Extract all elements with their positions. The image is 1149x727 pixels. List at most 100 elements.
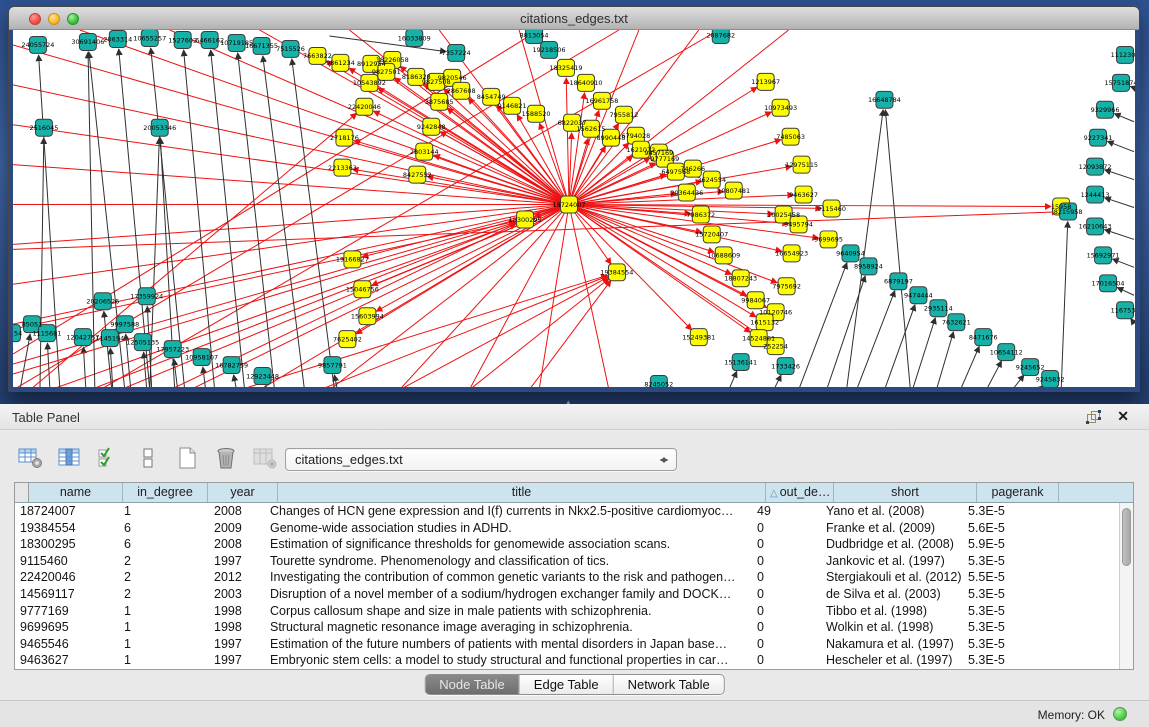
column-header-title[interactable]: title <box>278 483 766 502</box>
graph-edge[interactable] <box>1012 375 1024 387</box>
network-canvas[interactable]: 1872400718300295193845542242004610543892… <box>13 30 1135 387</box>
graph-edge[interactable] <box>912 318 935 387</box>
table-cell[interactable]: Disruption of a novel member of a sodium… <box>264 586 752 603</box>
table-selector-dropdown[interactable]: citations_edges.txt <box>285 448 677 471</box>
table-cell[interactable]: 2008 <box>194 503 264 520</box>
table-cell[interactable]: 6 <box>109 536 194 553</box>
graph-edge[interactable] <box>566 78 569 205</box>
table-cell[interactable]: Structural magnetic resonance image aver… <box>264 619 752 636</box>
column-header-name[interactable]: name <box>29 483 123 502</box>
graph-edge[interactable] <box>40 138 44 387</box>
graph-edge[interactable] <box>960 346 979 387</box>
table-cell[interactable]: 1 <box>109 652 194 669</box>
table-cell[interactable]: Tibbo et al. (1998) <box>820 603 963 620</box>
table-body[interactable]: 18724007 1 2008Changes of HCN gene express… <box>15 503 1119 669</box>
graph-edge[interactable] <box>936 332 953 387</box>
table-cell[interactable]: 1998 <box>194 619 264 636</box>
table-row[interactable]: 1456911722003Disruption of a novel membe… <box>15 586 1119 603</box>
table-cell[interactable]: Dudbridge et al. (2008) <box>820 536 963 553</box>
column-header-short[interactable]: short <box>834 483 977 502</box>
graph-edge[interactable] <box>203 367 206 387</box>
table-cell[interactable]: 5.3E-5 <box>963 652 1045 669</box>
table-cell[interactable]: 9115460 <box>15 553 109 570</box>
table-cell[interactable]: Changes of HCN gene expression and I(f) … <box>264 503 752 520</box>
table-cell[interactable]: 22420046 <box>15 569 109 586</box>
table-row[interactable]: 1872400712008Changes of HCN gene express… <box>15 503 1119 520</box>
table-cell[interactable]: 1997 <box>194 652 264 669</box>
table-cell[interactable]: 1 <box>109 603 194 620</box>
table-cell[interactable]: Hescheler et al. (1997) <box>820 652 963 669</box>
table-cell[interactable]: Wolkin et al. (1998) <box>820 619 963 636</box>
graph-edge[interactable] <box>234 375 237 387</box>
table-cell[interactable]: 2008 <box>194 536 264 553</box>
table-cell[interactable]: 9699695 <box>15 619 109 636</box>
table-cell[interactable]: 2 <box>109 569 194 586</box>
table-cell[interactable]: 9465546 <box>15 636 109 653</box>
graph-edge[interactable] <box>856 291 894 387</box>
network-view[interactable]: 1872400718300295193845542242004610543892… <box>13 30 1135 387</box>
table-row[interactable]: 1938455462009Genome-wide association stu… <box>15 520 1119 537</box>
new-document-icon[interactable] <box>174 446 200 470</box>
graph-edge[interactable] <box>885 110 910 387</box>
table-cell[interactable]: 19384554 <box>15 520 109 537</box>
trash-icon[interactable] <box>213 446 239 470</box>
graph-edge[interactable] <box>354 141 569 205</box>
table-cell[interactable]: 5.3E-5 <box>963 553 1045 570</box>
table-cell[interactable]: 9463627 <box>15 652 109 669</box>
column-header-in_degree[interactable]: in_degree <box>123 483 208 502</box>
panel-split-button[interactable] <box>135 446 161 470</box>
table-cell[interactable]: 0 <box>752 553 820 570</box>
table-cell[interactable]: Nakamura et al. (1997) <box>820 636 963 653</box>
table-cell[interactable]: 5.6E-5 <box>963 520 1045 537</box>
table-cell[interactable]: Yano et al. (2008) <box>820 503 963 520</box>
graph-edge[interactable] <box>1105 198 1134 208</box>
graph-edge[interactable] <box>13 205 569 285</box>
show-column-button[interactable] <box>57 446 83 470</box>
table-cell[interactable]: 1 <box>109 636 194 653</box>
tab-network-table[interactable]: Network Table <box>614 675 724 694</box>
graph-edge[interactable] <box>827 276 866 387</box>
vertical-scrollbar[interactable] <box>1119 503 1133 669</box>
window-titlebar[interactable]: citations_edges.txt <box>9 7 1139 30</box>
table-cell[interactable]: 1998 <box>194 603 264 620</box>
table-cell[interactable]: 9777169 <box>15 603 109 620</box>
table-cell[interactable]: 1 <box>109 619 194 636</box>
graph-edge[interactable] <box>47 343 49 387</box>
graph-edge[interactable] <box>774 375 782 387</box>
table-cell[interactable]: 5.3E-5 <box>963 636 1045 653</box>
table-cell[interactable]: 2 <box>109 553 194 570</box>
table-row[interactable]: 946554611997Estimation of the future num… <box>15 636 1119 653</box>
table-cell[interactable]: Embryonic stem cells: a model to study s… <box>264 652 752 669</box>
table-cell[interactable]: de Silva et al. (2003) <box>820 586 963 603</box>
graph-edge[interactable] <box>986 361 1001 387</box>
table-cell[interactable]: Corpus callosum shape and size in male p… <box>264 603 752 620</box>
table-cell[interactable]: 18724007 <box>15 503 109 520</box>
table-cell[interactable]: 6 <box>109 520 194 537</box>
graph-edge[interactable] <box>1061 221 1068 387</box>
table-cell[interactable]: 2 <box>109 586 194 603</box>
table-mode-button[interactable] <box>18 446 44 470</box>
graph-edge[interactable] <box>1105 230 1134 240</box>
graph-edge[interactable] <box>799 263 847 387</box>
graph-edge[interactable] <box>1112 259 1134 267</box>
graph-edge[interactable] <box>260 205 569 387</box>
table-cell[interactable]: 5.3E-5 <box>963 503 1045 520</box>
tab-node-table[interactable]: Node Table <box>425 675 520 694</box>
table-cell[interactable]: Jankovic et al. (1997) <box>820 553 963 570</box>
table-cell[interactable]: Investigating the contribution of common… <box>264 569 752 586</box>
table-cell[interactable]: 18300295 <box>15 536 109 553</box>
graph-edge[interactable] <box>90 223 516 387</box>
table-cell[interactable]: Tourette syndrome. Phenomenology and cla… <box>264 553 752 570</box>
row-selection-button[interactable] <box>96 446 122 470</box>
table-cell[interactable]: 0 <box>752 586 820 603</box>
table-cell[interactable]: 5.3E-5 <box>963 603 1045 620</box>
graph-edge[interactable] <box>1114 114 1134 122</box>
table-cell[interactable]: 2009 <box>194 520 264 537</box>
scrollbar-thumb[interactable] <box>1122 508 1131 566</box>
tab-edge-table[interactable]: Edge Table <box>520 675 614 694</box>
column-header-out_degree[interactable]: △out_de… <box>766 483 834 502</box>
table-cell[interactable]: 0 <box>752 636 820 653</box>
memory-status-indicator[interactable] <box>1113 707 1127 721</box>
table-row[interactable]: 911546021997Tourette syndrome. Phenomeno… <box>15 553 1119 570</box>
column-header-pagerank[interactable]: pagerank <box>977 483 1059 502</box>
